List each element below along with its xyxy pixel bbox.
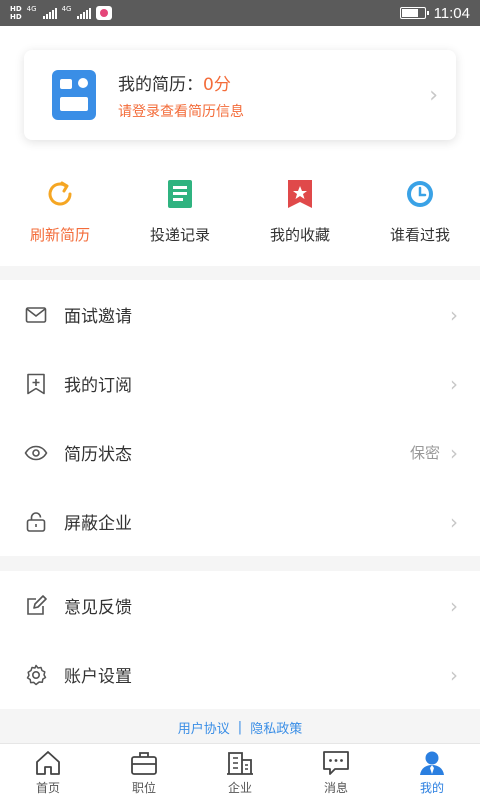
menu-group-2: 意见反馈 › 账户设置 › [0,571,480,709]
building-icon [225,749,255,777]
menu-item-label: 我的订阅 [64,376,132,396]
app-notification-icon [96,6,113,20]
tab-label: 首页 [35,780,60,795]
star-bookmark-icon [282,176,318,212]
interview-invitations-item[interactable]: 面试邀请 › [0,280,480,349]
network-type-label: 4G [61,5,72,13]
user-icon [417,749,447,777]
tab-messages[interactable]: 消息 [288,744,384,800]
tab-jobs[interactable]: 职位 [96,744,192,800]
resume-score: 0分 [203,74,231,95]
resume-card[interactable]: 我的简历：0分 请登录查看简历信息 › [24,50,456,140]
signal-icon [42,7,57,19]
chevron-right-icon: › [450,302,458,327]
login-prompt[interactable]: 请登录查看简历信息 [118,101,429,121]
quick-action-label: 谁看过我 [389,226,450,244]
quick-action-label: 刷新简历 [29,226,90,244]
resume-icon [52,70,96,120]
footer-links: 用户协议 | 隐私政策 [0,711,480,743]
feedback-item[interactable]: 意见反馈 › [0,571,480,640]
clock-time: 11:04 [433,4,470,22]
tab-label: 我的 [419,780,444,795]
menu-group-1: 面试邀请 › 我的订阅 › 简历状态 保密 › 屏蔽企业 › [0,280,480,556]
user-agreement-link[interactable]: 用户协议 [178,718,230,737]
hd-label: HD [10,13,22,21]
chevron-right-icon: › [450,371,458,396]
delivery-records-button[interactable]: 投递记录 [120,176,240,245]
battery-icon [399,7,429,19]
chevron-right-icon: › [429,82,438,108]
signal-icon [77,7,92,19]
profile-header: 我的简历：0分 请登录查看简历信息 › 刷新简历 投递记录 我的收藏 谁看过我 [0,26,480,266]
who-viewed-me-button[interactable]: 谁看过我 [360,176,480,245]
privacy-policy-link[interactable]: 隐私政策 [250,718,302,737]
mail-icon [24,303,48,327]
refresh-resume-button[interactable]: 刷新简历 [0,176,120,245]
record-list-icon [162,176,198,212]
edit-icon [24,594,48,618]
menu-item-label: 面试邀请 [64,307,132,327]
link-separator: | [237,719,243,735]
quick-actions: 刷新简历 投递记录 我的收藏 谁看过我 [0,176,480,245]
chevron-right-icon: › [450,440,458,465]
bookmark-add-icon [24,372,48,396]
menu-item-label: 意见反馈 [64,598,132,618]
message-icon [321,749,351,777]
resume-title: 我的简历：0分 [118,70,429,95]
chevron-right-icon: › [450,509,458,534]
home-icon [33,749,63,777]
status-bar: HD HD 4G 4G 11:04 [0,0,480,26]
lock-icon [24,510,48,534]
tab-label: 消息 [323,780,348,795]
tab-label: 职位 [131,780,156,795]
menu-item-label: 账户设置 [64,667,132,687]
my-favorites-button[interactable]: 我的收藏 [240,176,360,245]
eye-icon [24,441,48,465]
refresh-icon [42,176,78,212]
account-settings-item[interactable]: 账户设置 › [0,640,480,709]
blocked-companies-item[interactable]: 屏蔽企业 › [0,487,480,556]
chevron-right-icon: › [450,593,458,618]
menu-item-label: 屏蔽企业 [64,514,132,534]
hd-label: HD [10,5,22,13]
quick-action-label: 投递记录 [149,226,210,244]
chevron-right-icon: › [450,662,458,687]
resume-privacy-value: 保密 [409,444,440,462]
menu-item-label: 简历状态 [64,445,132,465]
hd-indicator: HD HD [10,5,22,21]
bottom-tab-bar: 首页 职位 企业 消息 我的 [0,743,480,800]
briefcase-icon [129,749,159,777]
tab-label: 企业 [227,780,252,795]
my-subscriptions-item[interactable]: 我的订阅 › [0,349,480,418]
network-type-label: 4G [26,5,37,13]
resume-title-label: 我的简历： [118,74,203,95]
tab-companies[interactable]: 企业 [192,744,288,800]
tab-home[interactable]: 首页 [0,744,96,800]
tab-mine[interactable]: 我的 [384,744,480,800]
gear-icon [24,663,48,687]
quick-action-label: 我的收藏 [269,226,330,244]
resume-status-item[interactable]: 简历状态 保密 › [0,418,480,487]
clock-icon [402,176,438,212]
